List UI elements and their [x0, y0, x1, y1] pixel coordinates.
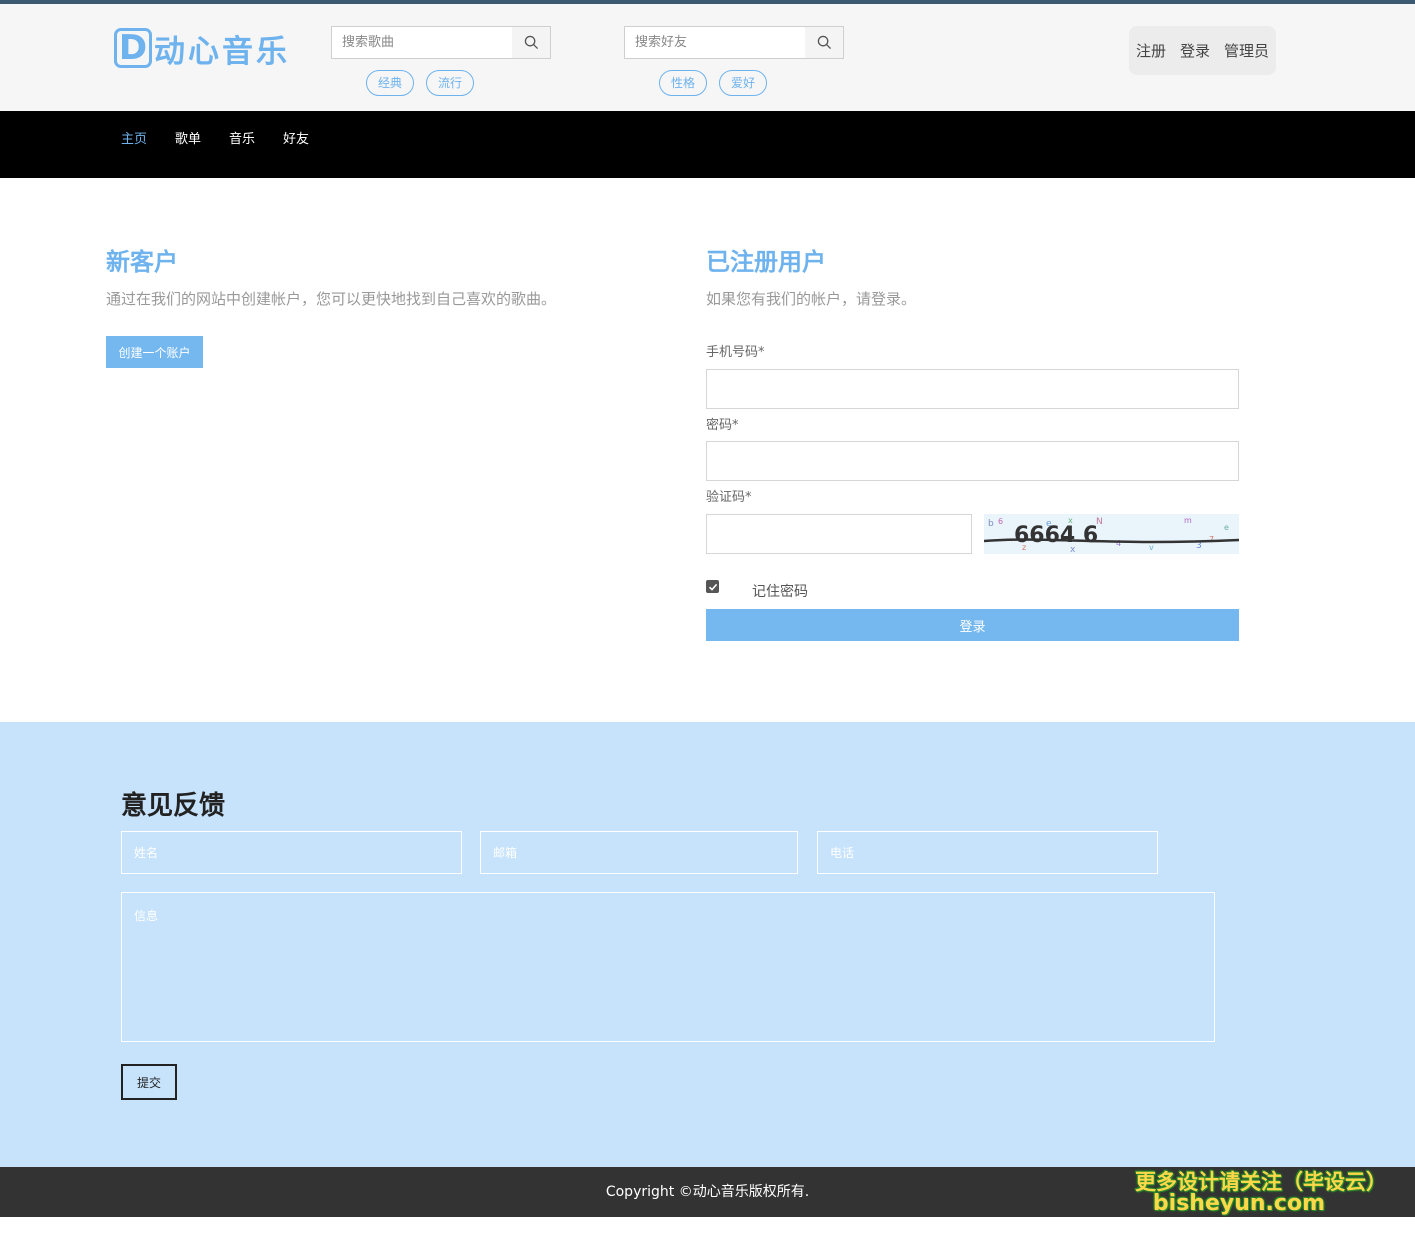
friend-search-button[interactable] [805, 27, 843, 58]
feedback-email-input[interactable] [480, 831, 798, 874]
feedback-submit-button[interactable]: 提交 [121, 1064, 177, 1100]
search-icon [817, 35, 831, 50]
song-search-box [331, 26, 551, 59]
check-icon [708, 583, 717, 591]
feedback-name-input[interactable] [121, 831, 462, 874]
svg-text:b: b [988, 519, 994, 529]
logo-letter: D [114, 28, 152, 68]
tag-pop[interactable]: 流行 [426, 70, 475, 96]
svg-text:m: m [1184, 516, 1192, 525]
captcha-label: 验证码* [706, 490, 752, 505]
registered-user-title: 已注册用户 [706, 248, 826, 276]
remember-label: 记住密码 [752, 584, 808, 600]
main-nav: 主页 歌单 音乐 好友 [0, 111, 1415, 178]
phone-input[interactable] [706, 369, 1239, 409]
login-link[interactable]: 登录 [1180, 40, 1210, 61]
tag-classic[interactable]: 经典 [366, 70, 415, 96]
watermark-line2: bisheyun.com [1152, 1191, 1325, 1216]
search-icon [524, 35, 538, 50]
nav-item-home[interactable]: 主页 [121, 128, 147, 147]
tag-hobby[interactable]: 爱好 [719, 70, 768, 96]
site-header: D 动心音乐 经典 流行 性格 爱好 注册 登录 管理员 [0, 4, 1415, 111]
song-search-button[interactable] [512, 27, 550, 58]
svg-text:v: v [1149, 543, 1154, 552]
captcha-text: 6664 6 [1014, 523, 1098, 548]
logo-text: 动心音乐 [154, 33, 290, 70]
svg-text:7: 7 [1209, 535, 1214, 544]
nav-item-friends[interactable]: 好友 [283, 128, 309, 147]
feedback-section: 意见反馈 提交 [0, 722, 1415, 1167]
password-label: 密码* [706, 418, 739, 433]
captcha-image[interactable]: b 6 z e x N x 4 v 3 7 m e 6664 6 [984, 514, 1239, 554]
tag-personality[interactable]: 性格 [659, 70, 708, 96]
site-logo[interactable]: D 动心音乐 [114, 26, 290, 70]
friend-search-box [624, 26, 844, 59]
user-links: 注册 登录 管理员 [1129, 26, 1276, 75]
register-link[interactable]: 注册 [1136, 40, 1166, 61]
password-input[interactable] [706, 441, 1239, 481]
nav-item-music[interactable]: 音乐 [229, 128, 255, 147]
admin-link[interactable]: 管理员 [1224, 40, 1269, 61]
song-search-input[interactable] [332, 27, 512, 58]
captcha-noise: b 6 z e x N x 4 v 3 7 m e 6664 6 [984, 516, 1239, 554]
svg-text:6: 6 [998, 517, 1003, 526]
captcha-input[interactable] [706, 514, 972, 554]
friend-search-input[interactable] [625, 27, 805, 58]
login-button[interactable]: 登录 [706, 609, 1239, 641]
create-account-button[interactable]: 创建一个账户 [106, 336, 203, 368]
feedback-title: 意见反馈 [121, 791, 226, 821]
nav-item-playlists[interactable]: 歌单 [175, 128, 201, 147]
feedback-message-input[interactable] [121, 892, 1215, 1042]
new-customer-desc: 通过在我们的网站中创建帐户，您可以更快地找到自己喜欢的歌曲。 [106, 290, 557, 308]
new-customer-title: 新客户 [106, 248, 178, 276]
remember-checkbox[interactable] [706, 580, 719, 593]
feedback-phone-input[interactable] [817, 831, 1158, 874]
svg-text:e: e [1224, 523, 1229, 532]
registered-user-desc: 如果您有我们的帐户，请登录。 [706, 290, 917, 308]
phone-label: 手机号码* [706, 345, 765, 360]
